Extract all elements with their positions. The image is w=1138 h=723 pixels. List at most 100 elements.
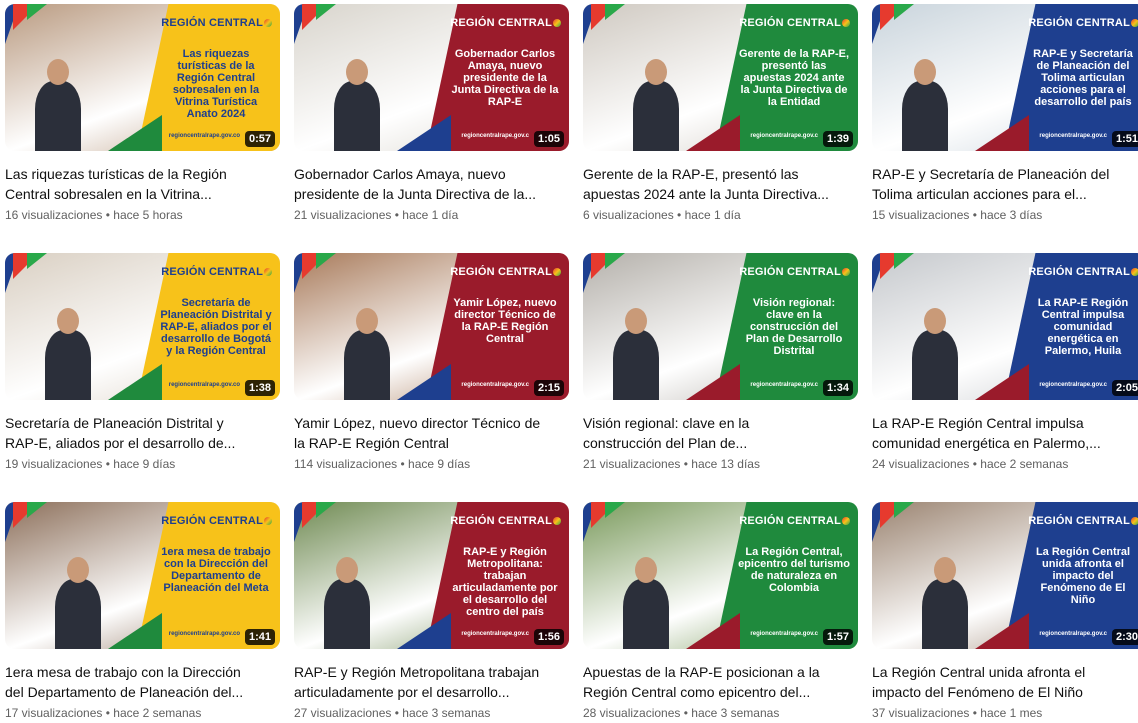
thumbnail-person-head: [47, 59, 69, 85]
logo-text: REGIÓN CENTRAL: [739, 266, 841, 278]
meta-separator: •: [969, 208, 981, 222]
region-central-logo: REGIÓN CENTRAL: [739, 516, 850, 527]
video-title[interactable]: RAP-E y Secretaría de Planeación del Tol…: [872, 164, 1138, 204]
thumbnail-person-head: [625, 308, 647, 334]
region-central-logo: REGIÓN CENTRAL: [1028, 516, 1138, 527]
video-title[interactable]: 1era mesa de trabajo con la Dirección de…: [5, 662, 275, 702]
upload-age: hace 3 días: [980, 208, 1043, 222]
thumbnail-website: regioncentralrape.gov.c: [461, 382, 529, 388]
video-card[interactable]: REGIÓN CENTRAL Secretaría de Planeación …: [5, 253, 280, 502]
video-title[interactable]: Apuestas de la RAP-E posicionan a la Reg…: [583, 662, 853, 702]
logo-mark-icon: [264, 517, 272, 526]
upload-age: hace 3 semanas: [691, 706, 780, 720]
video-thumbnail[interactable]: REGIÓN CENTRAL Las riquezas turísticas d…: [5, 4, 280, 151]
video-title-line1: Gobernador Carlos Amaya, nuevo: [294, 166, 506, 182]
logo-mark-icon: [264, 268, 272, 277]
video-thumbnail[interactable]: REGIÓN CENTRAL RAP-E y Región Metropolit…: [294, 502, 569, 649]
video-thumbnail[interactable]: REGIÓN CENTRAL Gobernador Carlos Amaya, …: [294, 4, 569, 151]
logo-mark-icon: [842, 517, 850, 526]
thumbnail-website: regioncentralrape.gov.co: [168, 631, 240, 637]
video-thumbnail[interactable]: REGIÓN CENTRAL Yamir López, nuevo direct…: [294, 253, 569, 400]
video-thumbnail[interactable]: REGIÓN CENTRAL RAP-E y Secretaría de Pla…: [872, 4, 1138, 151]
video-thumbnail[interactable]: REGIÓN CENTRAL Gerente de la RAP-E, pres…: [583, 4, 858, 151]
video-title[interactable]: Visión regional: clave en la construcció…: [583, 413, 853, 453]
video-thumbnail[interactable]: REGIÓN CENTRAL Visión regional: clave en…: [583, 253, 858, 400]
video-card[interactable]: REGIÓN CENTRAL RAP-E y Secretaría de Pla…: [872, 4, 1138, 253]
duration-badge: 1:38: [244, 380, 275, 396]
thumbnail-website: regioncentralrape.gov.c: [750, 631, 818, 637]
thumbnail-person: [55, 579, 101, 649]
thumbnail-headline: Secretaría de Planeación Distrital y RAP…: [160, 297, 272, 357]
meta-separator: •: [102, 208, 114, 222]
video-grid: REGIÓN CENTRAL Las riquezas turísticas d…: [0, 0, 1138, 720]
upload-age: hace 9 días: [408, 457, 471, 471]
video-card[interactable]: REGIÓN CENTRAL 1era mesa de trabajo con …: [5, 502, 280, 723]
duration-badge: 1:57: [822, 629, 853, 645]
video-title[interactable]: Gobernador Carlos Amaya, nuevo president…: [294, 164, 564, 204]
video-card[interactable]: REGIÓN CENTRAL RAP-E y Región Metropolit…: [294, 502, 569, 723]
thumbnail-headline: Visión regional: clave en la construcció…: [745, 297, 843, 357]
thumbnail-website: regioncentralrape.gov.c: [750, 382, 818, 388]
logo-text: REGIÓN CENTRAL: [1028, 17, 1130, 29]
logo-text: REGIÓN CENTRAL: [161, 17, 263, 29]
region-central-logo: REGIÓN CENTRAL: [739, 18, 850, 29]
video-thumbnail[interactable]: REGIÓN CENTRAL 1era mesa de trabajo con …: [5, 502, 280, 649]
duration-badge: 1:56: [533, 629, 564, 645]
video-card[interactable]: REGIÓN CENTRAL Gobernador Carlos Amaya, …: [294, 4, 569, 253]
logo-mark-icon: [553, 268, 561, 277]
logo-text: REGIÓN CENTRAL: [450, 515, 552, 527]
video-title[interactable]: La RAP-E Región Central impulsa comunida…: [872, 413, 1138, 453]
upload-age: hace 2 semanas: [980, 457, 1069, 471]
video-card[interactable]: REGIÓN CENTRAL La Región Central unida a…: [872, 502, 1138, 723]
video-title-line2: Tolima articulan acciones para el...: [872, 186, 1087, 202]
video-card[interactable]: REGIÓN CENTRAL Las riquezas turísticas d…: [5, 4, 280, 253]
video-card[interactable]: REGIÓN CENTRAL Gerente de la RAP-E, pres…: [583, 4, 858, 253]
video-title-line1: Secretaría de Planeación Distrital y: [5, 415, 224, 431]
video-thumbnail[interactable]: REGIÓN CENTRAL Secretaría de Planeación …: [5, 253, 280, 400]
region-central-logo: REGIÓN CENTRAL: [161, 266, 272, 278]
video-title-line2: RAP-E, aliados por el desarrollo de...: [5, 435, 236, 451]
video-title-line1: Visión regional: clave en la: [583, 415, 750, 431]
video-title[interactable]: Yamir López, nuevo director Técnico de l…: [294, 413, 564, 453]
meta-separator: •: [969, 706, 981, 720]
view-count: 21 visualizaciones: [294, 208, 392, 222]
logo-text: REGIÓN CENTRAL: [161, 266, 263, 278]
view-count: 27 visualizaciones: [294, 706, 392, 720]
video-thumbnail[interactable]: REGIÓN CENTRAL La Región Central unida a…: [872, 502, 1138, 649]
video-title-line1: La Región Central unida afronta el: [872, 664, 1086, 680]
logo-mark-icon: [553, 19, 561, 28]
thumbnail-person-head: [336, 557, 358, 583]
thumbnail-headline: Yamir López, nuevo director Técnico de l…: [453, 297, 557, 345]
thumbnail-website: regioncentralrape.gov.c: [1039, 133, 1107, 139]
thumbnail-headline: RAP-E y Región Metropolitana: trabajan a…: [452, 546, 558, 618]
video-card[interactable]: REGIÓN CENTRAL Yamir López, nuevo direct…: [294, 253, 569, 502]
upload-age: hace 2 semanas: [113, 706, 202, 720]
video-title[interactable]: Secretaría de Planeación Distrital y RAP…: [5, 413, 275, 453]
thumbnail-person: [344, 330, 390, 400]
meta-separator: •: [391, 208, 403, 222]
thumbnail-headline: Gobernador Carlos Amaya, nuevo president…: [451, 48, 559, 108]
video-card[interactable]: REGIÓN CENTRAL Visión regional: clave en…: [583, 253, 858, 502]
logo-mark-icon: [1131, 268, 1138, 277]
duration-badge: 1:05: [533, 131, 564, 147]
video-card[interactable]: REGIÓN CENTRAL La RAP-E Región Central i…: [872, 253, 1138, 502]
logo-text: REGIÓN CENTRAL: [450, 17, 552, 29]
video-title-line2: impacto del Fenómeno de El Niño: [872, 684, 1083, 700]
thumbnail-person: [902, 81, 948, 151]
video-thumbnail[interactable]: REGIÓN CENTRAL La RAP-E Región Central i…: [872, 253, 1138, 400]
thumbnail-person: [324, 579, 370, 649]
video-thumbnail[interactable]: REGIÓN CENTRAL La Región Central, epicen…: [583, 502, 858, 649]
video-metadata: 16 visualizaciones • hace 5 horas: [5, 207, 280, 223]
video-title[interactable]: La Región Central unida afronta el impac…: [872, 662, 1138, 702]
video-card[interactable]: REGIÓN CENTRAL La Región Central, epicen…: [583, 502, 858, 723]
video-metadata: 21 visualizaciones • hace 1 día: [294, 207, 569, 223]
region-central-logo: REGIÓN CENTRAL: [739, 266, 850, 278]
video-title[interactable]: Gerente de la RAP-E, presentó las apuest…: [583, 164, 853, 204]
video-title[interactable]: Las riquezas turísticas de la Región Cen…: [5, 164, 275, 204]
meta-separator: •: [391, 706, 403, 720]
thumbnail-person: [35, 81, 81, 151]
video-title[interactable]: RAP-E y Región Metropolitana trabajan ar…: [294, 662, 564, 702]
view-count: 6 visualizaciones: [583, 208, 674, 222]
thumbnail-headline: 1era mesa de trabajo con la Dirección de…: [161, 546, 271, 594]
meta-separator: •: [969, 457, 981, 471]
